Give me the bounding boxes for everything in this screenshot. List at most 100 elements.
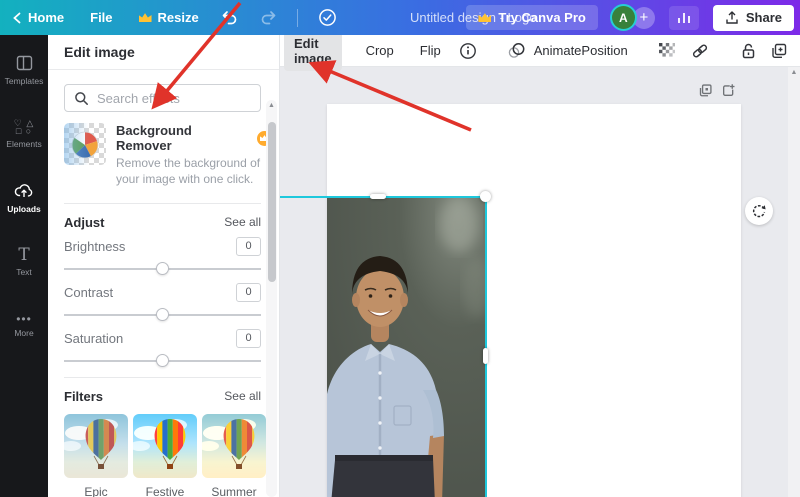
bar-chart-icon [675,10,693,26]
scroll-up-arrow-icon[interactable]: ▲ [788,69,800,76]
lock-button[interactable] [740,42,757,60]
rotate-icon [751,203,767,219]
saturation-value-field[interactable]: 0 [236,329,261,348]
add-page-button[interactable] [721,83,736,103]
resize-label: Resize [158,10,199,25]
redo-button[interactable] [259,10,279,26]
portrait-photo [327,198,487,497]
resize-button[interactable]: Resize [139,10,199,25]
canvas-scrollbar[interactable]: ▲ [788,67,800,497]
topbar-separator [297,9,298,27]
panel-scrollbar-thumb[interactable] [268,122,276,282]
panel-scrollbar[interactable]: ▲ [266,100,277,497]
contrast-slider-thumb[interactable] [156,308,169,321]
sidebar-item-more[interactable]: ••• More [0,297,48,355]
try-canva-pro-button[interactable]: Try Canva Pro [466,5,597,30]
selection-corner-handle[interactable] [480,191,491,202]
file-label: File [90,10,112,25]
sidebar-item-templates[interactable]: Templates [0,41,48,99]
home-button[interactable]: Home [12,10,64,25]
chevron-left-icon [12,12,22,24]
filter-summer-thumbnail [202,414,266,478]
saturation-slider-thumb[interactable] [156,354,169,367]
sidebar: Templates ♡ △ □ ○ Elements Uploads T Tex… [0,35,48,497]
crown-icon [478,13,491,22]
crop-button[interactable]: Crop [366,43,394,58]
search-input[interactable] [97,91,247,106]
duplicate-icon [770,42,788,60]
filter-summer[interactable]: Summer [202,414,266,497]
share-button[interactable]: Share [713,5,794,31]
text-icon: T [18,247,29,263]
design-page[interactable] [327,104,741,497]
elements-icon: ♡ △ □ ○ [14,119,35,135]
saved-status-button[interactable] [318,8,337,27]
flip-button[interactable]: Flip [420,43,441,58]
duplicate-page-button[interactable] [698,83,713,103]
canvas-area[interactable]: ▲ [280,67,800,497]
avatar[interactable]: A [612,6,635,29]
adjust-see-all-link[interactable]: See all [224,215,261,229]
animate-label: Animate [534,43,582,58]
background-remover-title: Background Remover [116,123,251,153]
sidebar-item-elements[interactable]: ♡ △ □ ○ Elements [0,105,48,163]
position-button[interactable]: Position [581,43,627,58]
contrast-value-field[interactable]: 0 [236,283,261,302]
filters-see-all-link[interactable]: See all [224,389,261,403]
filter-label: Summer [202,485,266,497]
more-icon: ••• [16,314,32,324]
sidebar-item-text[interactable]: T Text [0,233,48,291]
animate-button[interactable]: Animate [507,42,582,59]
filter-festive[interactable]: Festive [133,414,197,497]
sidebar-item-uploads[interactable]: Uploads [0,169,48,227]
scroll-up-arrow-icon[interactable]: ▲ [266,102,277,109]
section-divider [64,377,261,378]
top-bar: Home File Resize Untitled design - Logo … [0,0,800,35]
filter-label: Epic [64,485,128,497]
selection-top-handle[interactable] [370,194,386,199]
brightness-slider-thumb[interactable] [156,262,169,275]
duplicate-page-icon [698,83,713,98]
duplicate-button[interactable] [770,42,788,60]
uploads-icon [14,182,34,200]
sidebar-item-label: Text [16,267,32,277]
undo-button[interactable] [219,10,239,26]
transparency-checkerboard-icon [658,42,675,59]
filter-festive-thumbnail [133,414,197,478]
link-icon [690,42,710,60]
insights-button[interactable] [669,6,699,30]
edit-image-tab[interactable]: Edit image [284,31,342,71]
templates-icon [15,54,34,72]
home-label: Home [28,10,64,25]
rotate-button[interactable] [745,197,773,225]
sidebar-item-label: More [14,328,33,338]
link-button[interactable] [690,42,710,60]
transparency-button[interactable] [658,42,675,59]
background-remover-description: Remove the background of your image with… [116,156,272,188]
search-effects-box[interactable] [64,84,261,112]
sidebar-item-label: Templates [5,76,44,86]
share-label: Share [746,10,782,25]
selection-right-border [485,196,487,497]
filter-epic[interactable]: Epic [64,414,128,497]
add-member-button[interactable]: + [633,7,655,29]
share-upload-icon [725,10,739,25]
contrast-slider[interactable] [64,314,261,316]
background-remover-item[interactable]: Background Remover Remove the background… [64,123,261,188]
adjust-section-title: Adjust [64,215,104,230]
saturation-slider[interactable] [64,360,261,362]
try-pro-label: Try Canva Pro [498,10,585,25]
uploaded-photo[interactable] [327,198,487,497]
contrast-label: Contrast [64,285,113,300]
filters-section-title: Filters [64,389,103,404]
selection-right-handle[interactable] [483,348,488,364]
section-divider [64,203,261,204]
file-menu-button[interactable]: File [90,10,112,25]
info-button[interactable] [459,42,477,60]
topbar-right-cluster: Try Canva Pro A + Share [466,0,794,35]
undo-icon [219,10,239,26]
context-toolbar: Edit image Crop Flip Animate Position [280,35,800,67]
brightness-slider[interactable] [64,268,261,270]
cloud-check-icon [318,8,337,27]
brightness-value-field[interactable]: 0 [236,237,261,256]
